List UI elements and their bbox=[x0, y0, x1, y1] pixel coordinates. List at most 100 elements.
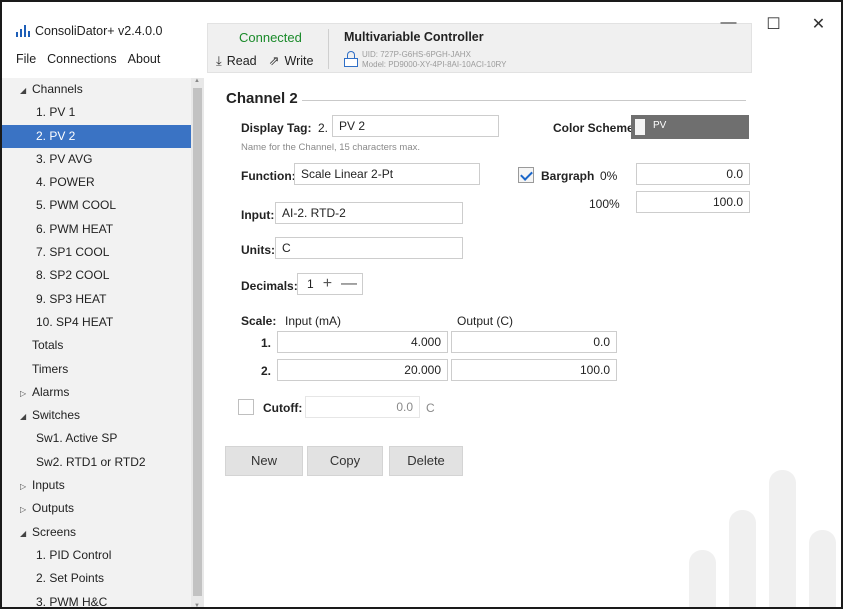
section-title: Channel 2 bbox=[226, 90, 298, 107]
section-divider bbox=[302, 100, 746, 101]
divider bbox=[328, 29, 329, 69]
write-button[interactable]: ⇗ Write bbox=[269, 53, 314, 69]
color-scheme-value: PV bbox=[653, 120, 667, 131]
copy-button[interactable]: Copy bbox=[307, 446, 383, 476]
sidebar-item-5-pwm-cool[interactable]: 5. PWM COOL bbox=[2, 194, 204, 217]
app-header: ConsoliDator+ v2.4.0.0 File Connections … bbox=[2, 2, 841, 78]
sidebar-item-label: Timers bbox=[32, 361, 69, 376]
scale-row-2-input[interactable]: 20.000 bbox=[277, 359, 448, 381]
scale-row-1-output[interactable]: 0.0 bbox=[451, 331, 617, 353]
sidebar-item-6-pwm-heat[interactable]: 6. PWM HEAT bbox=[2, 218, 204, 241]
color-scheme-select[interactable]: PV bbox=[631, 115, 749, 139]
sidebar-item-3-pv-avg[interactable]: 3. PV AVG bbox=[2, 148, 204, 171]
expanded-arrow-icon[interactable]: ◢ bbox=[20, 79, 32, 102]
sidebar-item-label: Screens bbox=[32, 524, 77, 539]
sidebar-item-8-sp2-cool[interactable]: 8. SP2 COOL bbox=[2, 264, 204, 287]
sidebar-item-label: 2. Set Points bbox=[36, 571, 105, 586]
sidebar-item-1-pid-control[interactable]: 1. PID Control bbox=[2, 544, 204, 567]
collapsed-arrow-icon[interactable]: ▷ bbox=[20, 382, 32, 405]
window-controls: — ☐ ✕ bbox=[706, 14, 841, 34]
maximize-icon[interactable]: ☐ bbox=[751, 14, 796, 34]
input-label: Input: bbox=[241, 208, 275, 222]
sidebar-item-4-power[interactable]: 4. POWER bbox=[2, 171, 204, 194]
display-tag-input[interactable]: PV 2 bbox=[332, 115, 499, 137]
sidebar-item-9-sp3-heat[interactable]: 9. SP3 HEAT bbox=[2, 288, 204, 311]
bargraph-low-label: 0% bbox=[600, 169, 618, 183]
sidebar-item-label: 7. SP1 COOL bbox=[36, 245, 110, 260]
scroll-up-icon[interactable]: ▲ bbox=[194, 78, 200, 84]
function-label: Function: bbox=[241, 169, 296, 183]
delete-button[interactable]: Delete bbox=[389, 446, 463, 476]
cutoff-checkbox[interactable] bbox=[238, 399, 254, 415]
sidebar-item-outputs[interactable]: ▷ Outputs bbox=[2, 497, 204, 520]
decimals-label: Decimals: bbox=[241, 279, 298, 293]
scale-row-1-input[interactable]: 4.000 bbox=[277, 331, 448, 353]
scroll-down-icon[interactable]: ▼ bbox=[194, 603, 200, 607]
sidebar-item-totals[interactable]: Totals bbox=[2, 334, 204, 357]
sidebar-item-label: Alarms bbox=[32, 384, 70, 399]
menu-file[interactable]: File bbox=[16, 52, 36, 66]
display-tag-hint: Name for the Channel, 15 characters max. bbox=[241, 142, 421, 153]
function-select[interactable]: Scale Linear 2-Pt bbox=[294, 163, 480, 185]
app-logo-icon bbox=[16, 25, 30, 37]
sidebar-item-sw1-active-sp[interactable]: Sw1. Active SP bbox=[2, 427, 204, 450]
collapsed-arrow-icon[interactable]: ▷ bbox=[20, 498, 32, 521]
scale-row-2-index: 2. bbox=[261, 364, 272, 378]
sidebar-item-inputs[interactable]: ▷ Inputs bbox=[2, 474, 204, 497]
input-select[interactable]: AI-2. RTD-2 bbox=[275, 202, 463, 224]
sidebar-scrollbar[interactable]: ▲ ▼ bbox=[191, 78, 204, 607]
decimals-stepper: 1 + — bbox=[297, 273, 363, 295]
sidebar-item-switches[interactable]: ◢ Switches bbox=[2, 404, 204, 427]
read-button[interactable]: ⤓ Read bbox=[216, 53, 257, 69]
connection-status: Connected bbox=[239, 30, 302, 45]
bargraph-low-input[interactable]: 0.0 bbox=[636, 163, 750, 185]
sidebar-item-label: 4. POWER bbox=[36, 175, 95, 190]
app-title-area: ConsoliDator+ v2.4.0.0 bbox=[16, 24, 163, 38]
new-button[interactable]: New bbox=[225, 446, 303, 476]
bargraph-high-input[interactable]: 100.0 bbox=[636, 191, 750, 213]
bargraph-high-label: 100% bbox=[589, 197, 620, 211]
minimize-icon[interactable]: — bbox=[706, 14, 751, 34]
scale-row-2-output[interactable]: 100.0 bbox=[451, 359, 617, 381]
sidebar-item-timers[interactable]: Timers bbox=[2, 358, 204, 381]
share-arrow-icon: ⇗ bbox=[268, 53, 280, 68]
minus-icon[interactable]: — bbox=[341, 275, 357, 293]
cutoff-input[interactable]: 0.0 bbox=[305, 396, 420, 418]
close-icon[interactable]: ✕ bbox=[796, 14, 841, 34]
units-input[interactable]: C bbox=[275, 237, 463, 259]
sidebar-item-10-sp4-heat[interactable]: 10. SP4 HEAT bbox=[2, 311, 204, 334]
sidebar-item-1-pv-1[interactable]: 1. PV 1 bbox=[2, 101, 204, 124]
sidebar-item-7-sp1-cool[interactable]: 7. SP1 COOL bbox=[2, 241, 204, 264]
app-title: ConsoliDator+ v2.4.0.0 bbox=[35, 24, 163, 38]
sidebar-item-label: Channels bbox=[32, 82, 83, 96]
sidebar-item-label: Switches bbox=[32, 408, 81, 423]
expanded-arrow-icon[interactable]: ◢ bbox=[20, 522, 32, 545]
bargraph-label: Bargraph bbox=[541, 169, 595, 183]
scrollbar-thumb[interactable] bbox=[193, 88, 202, 596]
unlock-icon[interactable] bbox=[344, 51, 358, 67]
sidebar-item-screens[interactable]: ◢ Screens bbox=[2, 521, 204, 544]
expanded-arrow-icon[interactable]: ◢ bbox=[20, 405, 32, 428]
menu-about[interactable]: About bbox=[128, 52, 161, 66]
menu-connections[interactable]: Connections bbox=[47, 52, 117, 66]
sidebar-item-channels[interactable]: ◢ Channels bbox=[2, 78, 204, 101]
sidebar-item-label: 3. PV AVG bbox=[36, 151, 93, 166]
sidebar-item-label: 3. PWM H&C bbox=[36, 594, 108, 609]
sidebar-item-2-set-points[interactable]: 2. Set Points bbox=[2, 567, 204, 590]
device-model: Model: PD9000-XY-4PI-8AI-10ACI-10RY bbox=[362, 60, 507, 69]
display-tag-number: 2. bbox=[318, 121, 329, 135]
sidebar-item-alarms[interactable]: ▷ Alarms bbox=[2, 381, 204, 404]
sidebar-item-label: Sw2. RTD1 or RTD2 bbox=[36, 454, 146, 469]
sidebar-item-3-pwm-h-c[interactable]: 3. PWM H&C bbox=[2, 591, 204, 609]
menu-bar: File Connections About bbox=[16, 52, 160, 66]
bargraph-checkbox[interactable] bbox=[518, 167, 534, 183]
sidebar-item-label: Inputs bbox=[32, 478, 65, 493]
sidebar-item-label: Outputs bbox=[32, 501, 75, 516]
collapsed-arrow-icon[interactable]: ▷ bbox=[20, 475, 32, 498]
sidebar-item-sw2-rtd1-or-rtd2[interactable]: Sw2. RTD1 or RTD2 bbox=[2, 451, 204, 474]
sidebar-item-label: 8. SP2 COOL bbox=[36, 268, 110, 283]
write-label: Write bbox=[284, 54, 314, 68]
connection-panel: Connected ⤓ Read ⇗ Write Multivariable C… bbox=[207, 23, 752, 73]
plus-icon[interactable]: + bbox=[323, 275, 332, 293]
sidebar-item-2-pv-2[interactable]: 2. PV 2 bbox=[2, 124, 204, 148]
